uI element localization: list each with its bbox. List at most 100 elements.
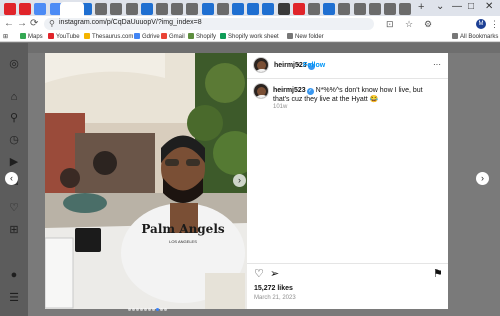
author-avatar[interactable] (253, 57, 269, 73)
menu-icon[interactable]: ☰ (8, 292, 20, 304)
url-text[interactable]: instagram.com/p/CqDaUuuopV/?img_index=8 (59, 19, 202, 26)
shopify-icon (188, 33, 194, 39)
site-info-icon[interactable]: ⚲ (49, 19, 55, 28)
modal-prev-button[interactable]: ‹ (5, 172, 18, 185)
browser-tab[interactable] (34, 3, 47, 15)
browser-tab[interactable] (399, 3, 412, 15)
browser-tab[interactable] (292, 3, 305, 15)
maximize-button[interactable]: □ (468, 1, 474, 12)
actions-divider (247, 263, 448, 264)
browser-tab[interactable] (232, 3, 244, 15)
instagram-icon[interactable]: ◎ (8, 58, 20, 70)
caption-avatar[interactable] (253, 83, 269, 99)
carousel-next-button[interactable]: › (233, 174, 246, 187)
browser-tab[interactable] (308, 3, 320, 15)
close-window-button[interactable]: ✕ (485, 1, 493, 12)
browser-tab[interactable] (110, 3, 123, 15)
bookmark-shopify[interactable]: Shopify (188, 33, 216, 40)
gmail-icon (161, 33, 167, 39)
carousel-indicator (128, 298, 168, 316)
search-icon[interactable]: ⚲ (8, 112, 20, 124)
post-date: March 21, 2023 (254, 295, 296, 301)
share-icon[interactable]: ➢ (270, 268, 279, 280)
browser-tab[interactable] (186, 3, 199, 15)
feed-background (28, 43, 500, 53)
shirt-subtext: LOS ANGELES (169, 239, 197, 244)
browser-tab[interactable] (140, 3, 153, 15)
notifications-icon[interactable]: ♡ (8, 202, 20, 214)
folder-icon (452, 33, 458, 39)
youtube-icon (48, 33, 54, 39)
browser-tab[interactable] (368, 3, 381, 15)
browser-tab[interactable] (201, 3, 214, 15)
carousel-dot (136, 308, 139, 311)
bookmark-gdrive[interactable]: Gdrive (134, 33, 160, 40)
all-bookmarks[interactable]: All Bookmarks (452, 33, 498, 40)
minimize-button[interactable]: — (452, 1, 462, 12)
caption-username[interactable]: heirmj523 (273, 87, 306, 94)
post-caption: heirmj523 ✓ N*%%^s don't know how I live,… (273, 86, 441, 104)
separator-dot: • (297, 62, 300, 69)
address-bar[interactable]: ⚲ instagram.com/p/CqDaUuuopV/?img_index=… (44, 18, 374, 30)
header-divider (247, 78, 448, 79)
bookmark-gmail[interactable]: Gmail (161, 33, 185, 40)
bookmark-new-folder[interactable]: New folder (287, 33, 324, 40)
browser-tab[interactable] (338, 3, 351, 15)
more-options-icon[interactable]: ··· (433, 60, 441, 69)
bookmark-thesaurus[interactable]: Thesaurus.com (84, 33, 133, 40)
carousel-dot (144, 308, 147, 311)
like-icon[interactable]: ♡ (254, 268, 264, 280)
browser-tab[interactable] (4, 3, 16, 15)
post-photo[interactable]: Palm Angels LOS ANGELES (45, 53, 247, 309)
carousel-dot (160, 308, 163, 311)
follow-button[interactable]: Follow (303, 62, 325, 69)
browser-tab[interactable] (125, 3, 138, 15)
bookmark-star-icon[interactable]: ☆ (405, 19, 413, 30)
browser-tab[interactable] (323, 3, 336, 15)
tab-search-icon[interactable]: ⌄ (436, 1, 444, 12)
folder-icon (287, 33, 293, 39)
modal-next-button[interactable]: › (476, 172, 489, 185)
browser-tab[interactable] (171, 3, 184, 15)
likes-count[interactable]: 15,272 likes (254, 285, 293, 292)
caption-age: 101w (273, 104, 288, 110)
carousel-dot (164, 308, 167, 311)
browser-tab[interactable] (19, 3, 32, 15)
active-tab[interactable] (60, 2, 84, 16)
apps-icon[interactable]: ⊞ (3, 33, 8, 40)
browser-tab-bar: + ⌄ — □ ✕ (0, 0, 500, 16)
explore-icon[interactable]: ◷ (8, 134, 20, 146)
profile-avatar[interactable]: M (476, 19, 486, 29)
home-icon[interactable]: ⌂ (8, 91, 20, 103)
carousel-dot (156, 308, 159, 311)
save-icon[interactable]: ⚑ (433, 268, 443, 280)
browser-toolbar: ← → ⟳ ⚲ instagram.com/p/CqDaUuuopV/?img_… (0, 16, 500, 32)
create-icon[interactable]: ⊞ (8, 224, 20, 236)
browser-tab[interactable] (262, 3, 275, 15)
reels-icon[interactable]: ▶ (8, 156, 20, 168)
carousel-dot (152, 308, 155, 311)
browser-tab[interactable] (353, 3, 366, 15)
threads-icon[interactable] (9, 268, 21, 280)
reload-icon[interactable]: ⟳ (30, 18, 38, 29)
carousel-dot (128, 308, 131, 311)
carousel-dot (132, 308, 135, 311)
browser-tab[interactable] (216, 3, 229, 15)
browser-menu-icon[interactable]: ⋮ (490, 19, 499, 30)
bookmark-youtube[interactable]: YouTube (48, 33, 80, 40)
bookmark-shopify-work-sheet[interactable]: Shopify work sheet (220, 33, 279, 40)
browser-tab[interactable] (277, 3, 290, 15)
browser-tab[interactable] (384, 3, 396, 15)
new-tab-button[interactable]: + (418, 1, 424, 13)
forward-icon[interactable]: → (17, 18, 27, 29)
extensions-icon[interactable]: ⚙ (424, 19, 432, 30)
verified-badge-icon: ✓ (306, 88, 314, 95)
shirt-text: Palm Angels (141, 222, 225, 236)
bookmark-maps[interactable]: Maps (20, 33, 43, 40)
browser-tab[interactable] (95, 3, 108, 15)
screen-cast-icon[interactable]: ⊡ (386, 19, 394, 30)
browser-tab[interactable] (247, 3, 260, 15)
browser-tab[interactable] (156, 3, 168, 15)
back-icon[interactable]: ← (4, 18, 14, 29)
gdrive-icon (134, 33, 140, 39)
